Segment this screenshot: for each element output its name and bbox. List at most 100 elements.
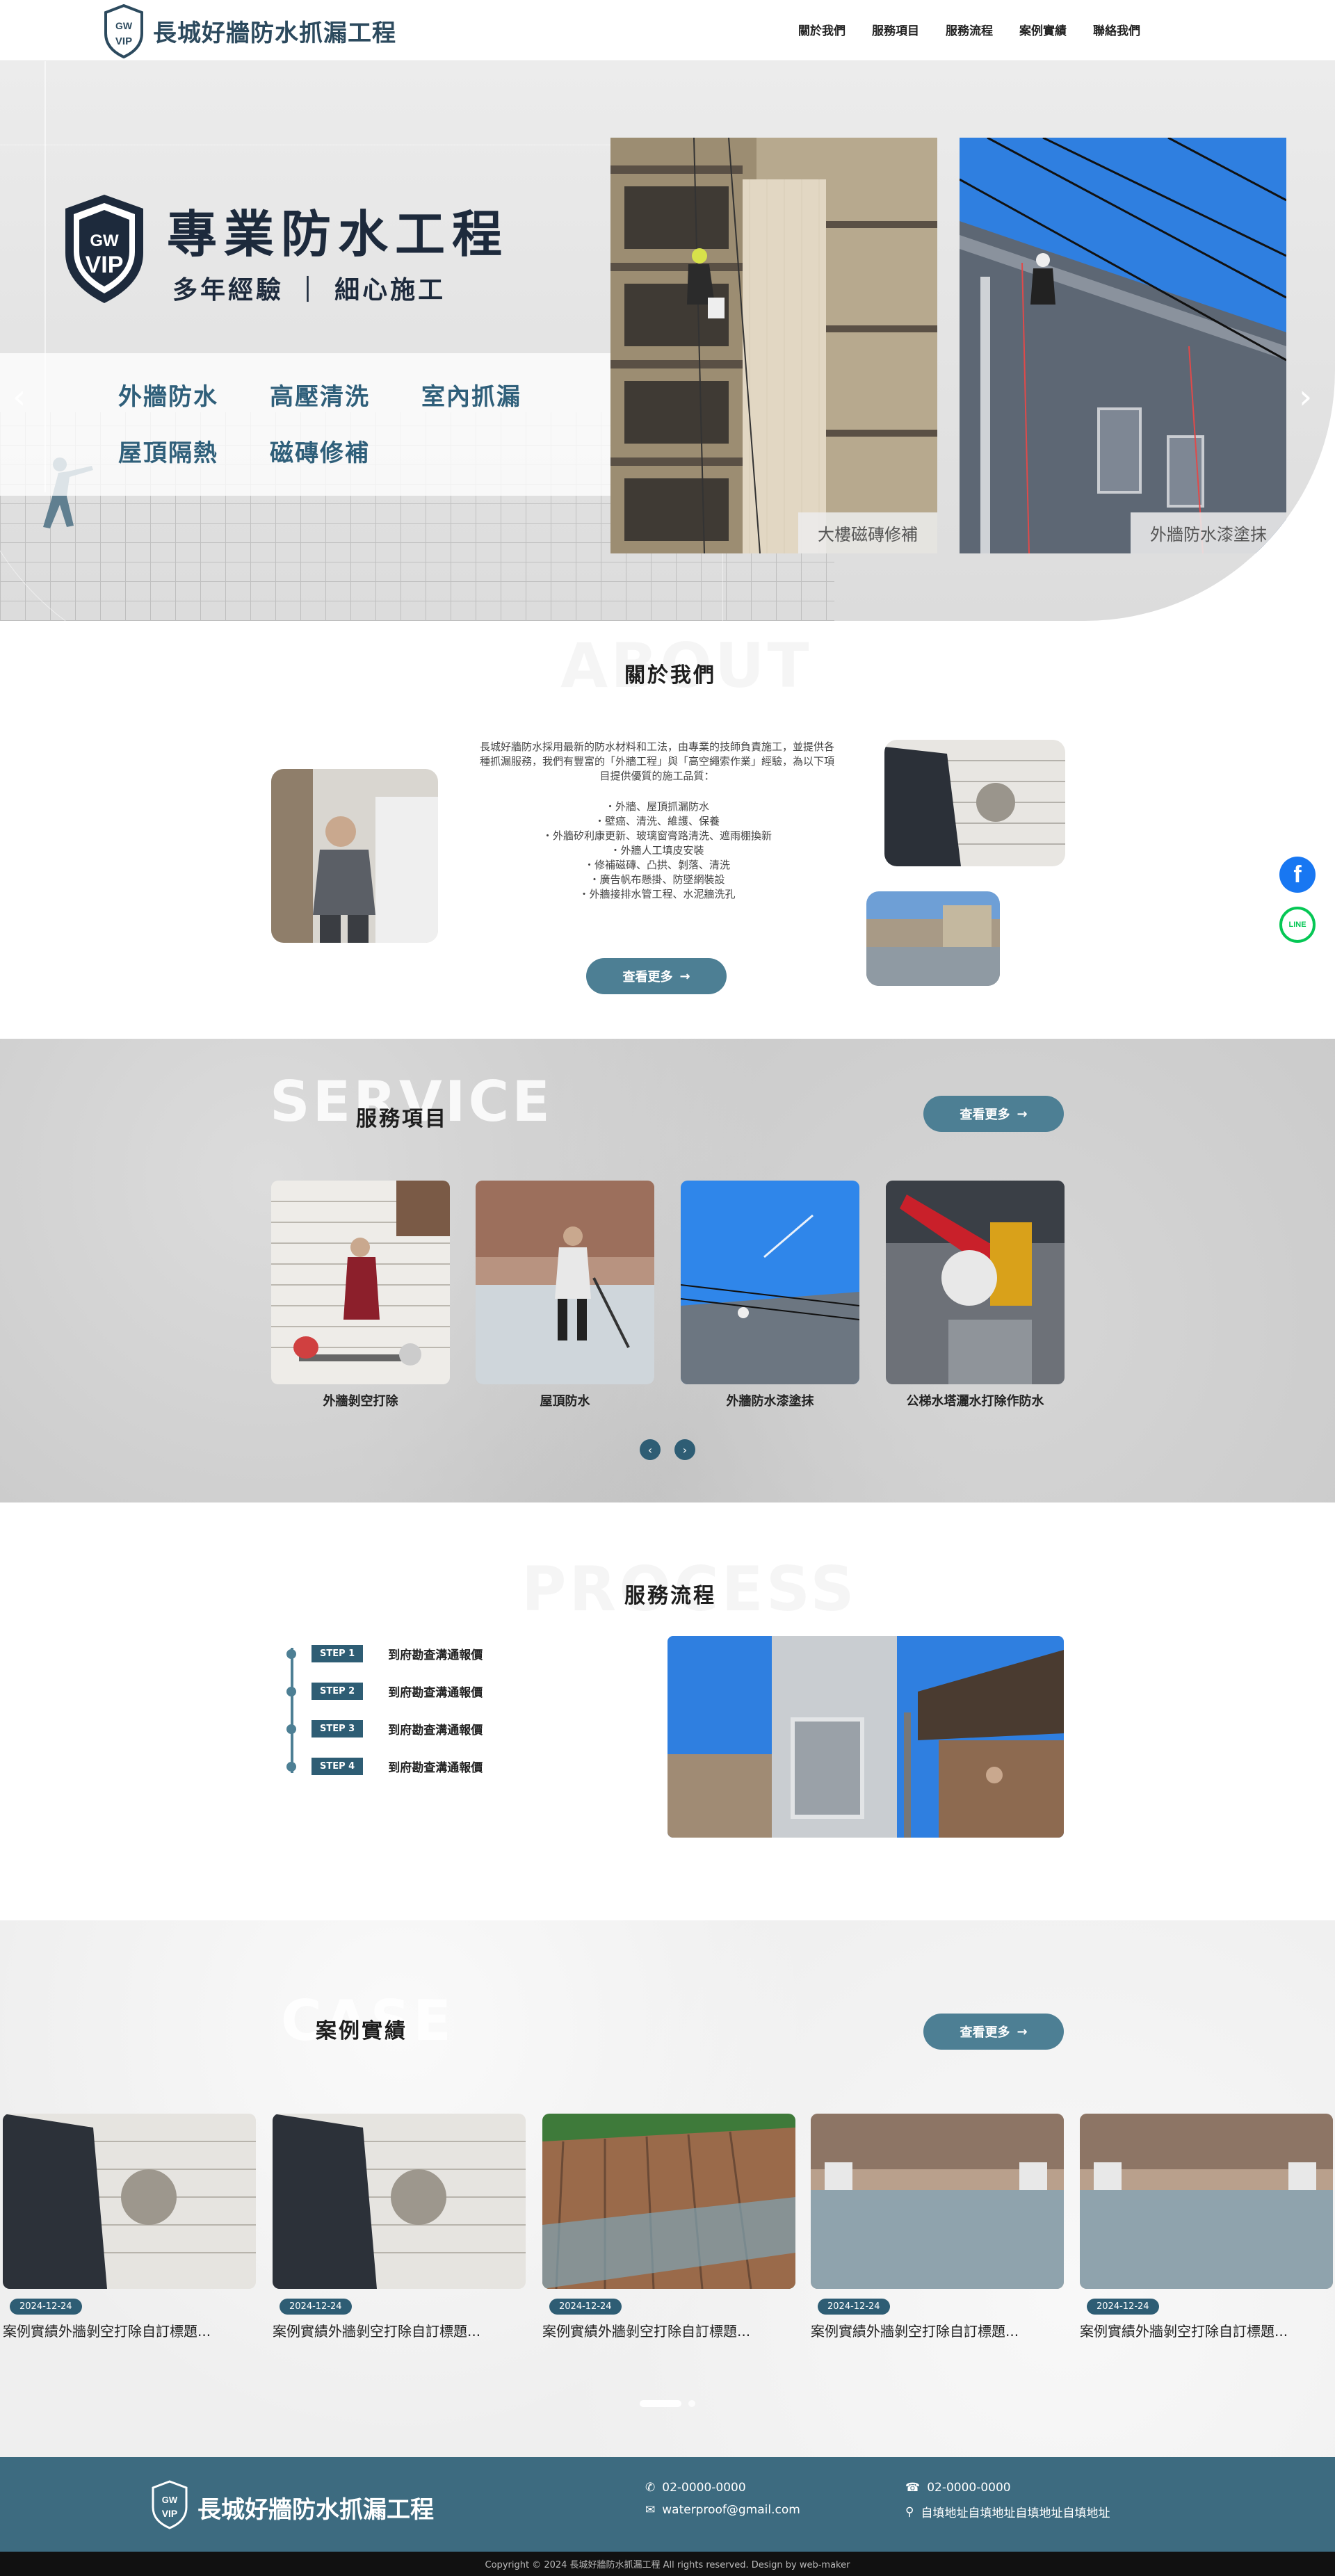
footer-phone[interactable]: ✆ 02-0000-0000 <box>645 2481 746 2495</box>
nav-item-process[interactable]: 服務流程 <box>946 21 993 38</box>
rooftop-equipment-image <box>668 1636 1064 1838</box>
step-dot <box>286 1649 296 1659</box>
about-list-item: ・外牆人工填皮安裝 <box>610 844 704 857</box>
nav-item-about[interactable]: 關於我們 <box>798 21 846 38</box>
service-more-button[interactable]: 查看更多 → <box>923 1096 1064 1132</box>
svg-text:VIP: VIP <box>162 2508 178 2519</box>
about-list-item: ・廣告帆布懸掛、防墜網裝設 <box>589 873 725 886</box>
case-card-image <box>1080 2114 1333 2289</box>
case-card-title: 案例實績外牆剝空打除自訂標題... <box>273 2323 481 2340</box>
service-card-image <box>271 1181 450 1384</box>
about-photo-wall <box>884 740 1065 866</box>
arrow-right-icon: → <box>1017 2024 1028 2039</box>
footer-fax-text: 02-0000-0000 <box>927 2481 1011 2495</box>
case-card-title: 案例實績外牆剝空打除自訂標題... <box>1080 2323 1288 2340</box>
case-card-title: 案例實績外牆剝空打除自訂標題... <box>811 2323 1019 2340</box>
hero-tag: 外牆防水 <box>118 383 218 411</box>
case-card-image <box>3 2114 256 2289</box>
hero-photo-caption: 外牆防水漆塗抹 <box>1131 512 1286 553</box>
svg-text:GW: GW <box>90 232 119 250</box>
case-more-label: 查看更多 <box>960 2025 1010 2040</box>
service-next-arrow-icon[interactable]: › <box>674 1439 695 1460</box>
about-service-list: ・外牆、屋頂抓漏防水 ・壁癌、清洗、維護、保養 ・外牆矽利康更新、玻璃窗膏路清洗… <box>480 800 834 902</box>
brand-name: 長城好牆防水抓漏工程 <box>153 19 396 47</box>
facebook-icon[interactable]: f <box>1279 857 1316 893</box>
hero-photo-caption: 大樓磁磚修補 <box>798 512 937 553</box>
hero-service-tags: 外牆防水 高壓清洗 室內抓漏 屋頂隔熱 磁磚修補 <box>118 378 573 468</box>
hero-next-arrow-icon[interactable]: › <box>1299 378 1312 416</box>
shield-logo-icon: GW VIP <box>104 3 143 58</box>
hero-photo-tile-repair: 大樓磁磚修補 <box>610 138 937 553</box>
about-title: 關於我們 <box>624 663 716 688</box>
about-more-button[interactable]: 查看更多 → <box>586 958 727 994</box>
service-section <box>0 1039 1335 1502</box>
about-photo-rooftop <box>866 891 1000 986</box>
hero-photo-wall-paint: 外牆防水漆塗抹 <box>960 138 1286 553</box>
step-text: 到府勘查溝通報價 <box>388 1686 483 1700</box>
service-prev-arrow-icon[interactable]: ‹ <box>640 1439 661 1460</box>
case-card[interactable]: 2024-12-24 案例實績外牆剝空打除自訂標題... <box>3 2114 256 2340</box>
case-card[interactable]: 2024-12-24 案例實績外牆剝空打除自訂標題... <box>811 2114 1064 2340</box>
nav-item-service[interactable]: 服務項目 <box>872 21 919 38</box>
hero-prev-arrow-icon[interactable]: ‹ <box>13 378 26 416</box>
nav-item-contact[interactable]: 聯絡我們 <box>1093 21 1140 38</box>
process-timeline-line <box>291 1648 293 1773</box>
case-card-image <box>542 2114 795 2289</box>
step-badge: STEP 3 <box>312 1720 364 1737</box>
hero-title: 專業防水工程 <box>167 204 510 264</box>
service-card-image <box>476 1181 654 1384</box>
arrow-right-icon: → <box>679 969 690 984</box>
case-date-badge: 2024-12-24 <box>10 2299 82 2315</box>
phone-icon: ✆ <box>645 2481 656 2495</box>
service-card-label: 公梯水塔灑水打除作防水 <box>906 1394 1044 1409</box>
footer-email-text: waterproof@gmail.com <box>662 2503 800 2517</box>
fax-icon: ☎ <box>905 2481 921 2495</box>
wall-repair-image <box>884 740 1065 866</box>
about-list-item: ・壁癌、清洗、維護、保養 <box>594 815 720 827</box>
svg-text:VIP: VIP <box>86 252 124 278</box>
service-card[interactable]: 屋頂防水 <box>476 1181 654 1409</box>
step-text: 到府勘查溝通報價 <box>388 1649 483 1662</box>
site-logo[interactable]: GW VIP 長城好牆防水抓漏工程 <box>103 3 396 58</box>
about-more-label: 查看更多 <box>622 970 673 985</box>
site-footer: GW VIP 長城好牆防水抓漏工程 ✆ 02-0000-0000 ✉ water… <box>0 2457 1335 2552</box>
service-card[interactable]: 外牆防水漆塗抹 <box>681 1181 859 1409</box>
footer-address: ⚲ 自填地址自填地址自填地址自填地址 <box>905 2503 1110 2521</box>
case-card[interactable]: 2024-12-24 案例實績外牆剝空打除自訂標題... <box>273 2114 526 2340</box>
about-list-item: ・外牆接排水管工程、水泥牆洗孔 <box>578 888 736 900</box>
service-card-image <box>681 1181 859 1384</box>
step-badge: STEP 4 <box>312 1758 364 1775</box>
step-badge: STEP 1 <box>312 1645 364 1662</box>
nav-item-cases[interactable]: 案例實績 <box>1019 21 1067 38</box>
svg-text:GW: GW <box>115 20 133 31</box>
case-date-badge: 2024-12-24 <box>1087 2299 1159 2315</box>
case-card-title: 案例實績外牆剝空打除自訂標題... <box>3 2323 211 2340</box>
footer-email[interactable]: ✉ waterproof@gmail.com <box>645 2503 800 2517</box>
hero-subtitle: 多年經驗 ｜ 細心施工 <box>172 275 446 305</box>
case-card[interactable]: 2024-12-24 案例實績外牆剝空打除自訂標題... <box>542 2114 795 2340</box>
footer-shield-logo-icon: GW VIP <box>152 2480 188 2529</box>
service-card[interactable]: 外牆剝空打除 <box>271 1181 450 1409</box>
case-date-badge: 2024-12-24 <box>549 2299 622 2315</box>
service-card[interactable]: 公梯水塔灑水打除作防水 <box>886 1181 1065 1409</box>
service-card-label: 外牆剝空打除 <box>323 1394 398 1409</box>
footer-fax[interactable]: ☎ 02-0000-0000 <box>905 2481 1011 2495</box>
process-step: STEP 3 到府勘查溝通報價 <box>286 1720 483 1737</box>
hero-tag: 高壓清洗 <box>270 383 370 411</box>
service-card-label: 屋頂防水 <box>540 1394 590 1409</box>
step-dot <box>286 1686 296 1696</box>
case-date-badge: 2024-12-24 <box>818 2299 890 2315</box>
step-text: 到府勘查溝通報價 <box>388 1761 483 1775</box>
line-icon[interactable]: LINE <box>1279 907 1316 943</box>
hero-tag: 磁磚修補 <box>270 439 370 467</box>
case-pagination-dot[interactable] <box>688 2400 695 2407</box>
case-card[interactable]: 2024-12-24 案例實績外牆剝空打除自訂標題... <box>1080 2114 1333 2340</box>
step-dot <box>286 1724 296 1734</box>
line-glyph: LINE <box>1288 921 1306 929</box>
hero-tag: 室內抓漏 <box>421 383 521 411</box>
site-header: GW VIP 長城好牆防水抓漏工程 關於我們 服務項目 服務流程 案例實績 聯絡… <box>0 0 1335 61</box>
case-more-button[interactable]: 查看更多 → <box>923 2014 1064 2050</box>
envelope-icon: ✉ <box>645 2503 656 2517</box>
case-pagination-active[interactable] <box>640 2400 681 2407</box>
service-card-label: 外牆防水漆塗抹 <box>726 1394 814 1409</box>
